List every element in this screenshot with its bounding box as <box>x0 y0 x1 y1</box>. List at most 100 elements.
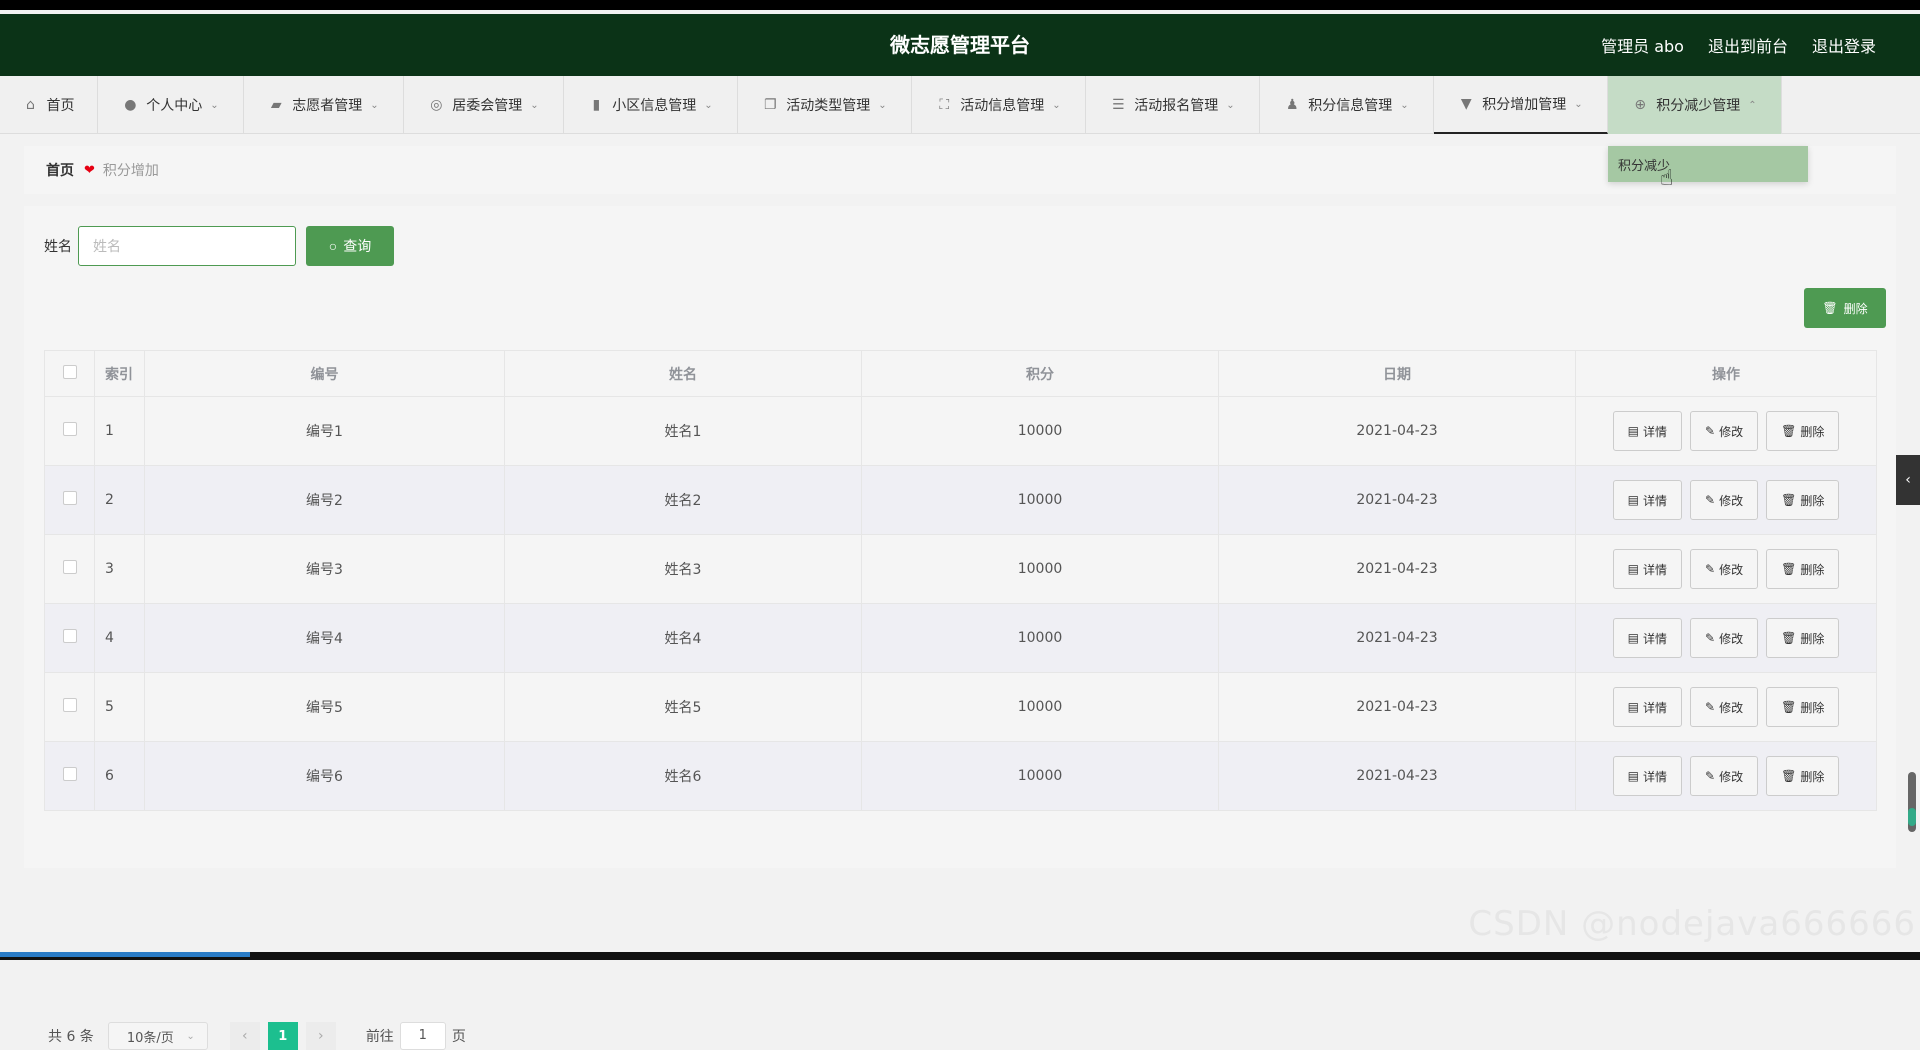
detail-button[interactable]: ▤ 详情 <box>1612 480 1683 520</box>
pencil-icon: ✎ <box>1705 700 1716 714</box>
nav-item-points-info[interactable]: ♟ 积分信息管理 ⌄ <box>1260 76 1434 134</box>
cell-code: 编号3 <box>144 534 505 604</box>
nav-label: 首页 <box>46 98 75 114</box>
bar-chart-icon: ▮ <box>592 97 601 113</box>
nav-item-activity-type[interactable]: ❐ 活动类型管理 ⌄ <box>738 76 912 134</box>
nav-item-activity-info[interactable]: ⛶ 活动信息管理 ⌄ <box>912 76 1086 134</box>
row-checkbox[interactable] <box>62 767 77 781</box>
chevron-down-icon: ⌄ <box>186 1030 195 1042</box>
cell-code: 编号4 <box>144 603 505 673</box>
cell-code: 编号2 <box>144 465 505 535</box>
prev-page-button[interactable]: ‹ <box>229 1022 260 1050</box>
row-select-cell[interactable] <box>44 396 95 466</box>
cell-code: 编号5 <box>144 672 505 742</box>
batch-delete-button[interactable]: 🗑 删除 <box>1804 288 1886 328</box>
detail-button[interactable]: ▤ 详情 <box>1612 411 1683 451</box>
edit-button[interactable]: ✎ 修改 <box>1690 480 1759 520</box>
col-header-code: 编号 <box>144 350 505 397</box>
nav-item-community[interactable]: ▮ 小区信息管理 ⌄ <box>564 76 738 134</box>
to-front-link[interactable]: 退出到前台 <box>1708 33 1788 57</box>
name-search-input[interactable] <box>78 226 296 266</box>
cell-name: 姓名3 <box>504 534 862 604</box>
edit-button[interactable]: ✎ 修改 <box>1690 756 1759 796</box>
nav-item-committee[interactable]: ◎ 居委会管理 ⌄ <box>404 76 564 134</box>
row-select-cell[interactable] <box>44 465 95 535</box>
cell-name: 姓名5 <box>504 672 862 742</box>
detail-label: 详情 <box>1643 562 1668 577</box>
edit-button[interactable]: ✎ 修改 <box>1690 549 1759 589</box>
row-select-cell[interactable] <box>44 534 95 604</box>
cell-points: 10000 <box>861 396 1219 466</box>
search-bar: 姓名 ○ 查询 <box>44 226 394 266</box>
row-select-cell[interactable] <box>44 741 95 811</box>
nav-label: 积分增加管理 <box>1482 97 1567 113</box>
cell-index: 3 <box>94 534 145 604</box>
nav-label: 活动报名管理 <box>1134 98 1219 114</box>
dropdown-item-points-reduce[interactable]: 积分减少 <box>1608 146 1808 182</box>
delete-button[interactable]: 🗑 删除 <box>1766 756 1840 796</box>
nav-item-personal-center[interactable]: ● 个人中心 ⌄ <box>98 76 244 134</box>
table-row: 4 编号4 姓名4 10000 2021-04-23 ▤ 详情 ✎ 修改 🗑 删除 <box>44 603 1877 673</box>
cell-index: 2 <box>94 465 145 535</box>
chevron-down-icon: ⌄ <box>704 99 713 111</box>
nav-item-points-add[interactable]: ▼ 积分增加管理 ⌄ <box>1434 76 1608 134</box>
detail-button[interactable]: ▤ 详情 <box>1612 618 1683 658</box>
nav-item-volunteer[interactable]: ▰ 志愿者管理 ⌄ <box>244 76 404 134</box>
query-button[interactable]: ○ 查询 <box>306 226 394 266</box>
edit-label: 修改 <box>1719 424 1744 439</box>
nav-item-home[interactable]: ⌂ 首页 <box>0 76 98 134</box>
logout-link[interactable]: 退出登录 <box>1812 33 1876 57</box>
row-checkbox[interactable] <box>62 491 77 505</box>
window-top-strip <box>0 0 1920 10</box>
row-select-cell[interactable] <box>44 603 95 673</box>
edit-button[interactable]: ✎ 修改 <box>1690 687 1759 727</box>
points-table: 索引 编号 姓名 积分 日期 操作 1 编号1 姓名1 10000 2021-04-23… <box>44 350 1877 811</box>
edit-button[interactable]: ✎ 修改 <box>1690 618 1759 658</box>
detail-button[interactable]: ▤ 详情 <box>1612 756 1683 796</box>
top-bar: 微志愿管理平台 管理员 abo 退出到前台 退出登录 <box>0 14 1920 76</box>
delete-label: 删除 <box>1800 562 1825 577</box>
row-checkbox[interactable] <box>62 629 77 643</box>
search-icon: ○ <box>328 238 338 254</box>
user-icon: ● <box>124 97 137 113</box>
goto-page-input[interactable]: 1 <box>399 1022 446 1050</box>
row-checkbox[interactable] <box>62 698 77 712</box>
detail-button[interactable]: ▤ 详情 <box>1612 687 1683 727</box>
pencil-icon: ✎ <box>1705 769 1716 783</box>
cell-actions: ▤ 详情 ✎ 修改 🗑 删除 <box>1575 741 1877 811</box>
detail-button[interactable]: ▤ 详情 <box>1612 549 1683 589</box>
detail-label: 详情 <box>1643 700 1668 715</box>
page-size-select[interactable]: 10条/页 ⌄ <box>107 1022 208 1050</box>
row-checkbox[interactable] <box>62 560 77 574</box>
cell-actions: ▤ 详情 ✎ 修改 🗑 删除 <box>1575 465 1877 535</box>
delete-button[interactable]: 🗑 删除 <box>1766 687 1840 727</box>
row-checkbox[interactable] <box>62 422 77 436</box>
delete-label: 删除 <box>1800 424 1825 439</box>
breadcrumb-home[interactable]: 首页 <box>46 160 74 180</box>
current-page-button[interactable]: 1 <box>267 1022 298 1050</box>
delete-button[interactable]: 🗑 删除 <box>1766 549 1840 589</box>
nav-item-points-reduce[interactable]: ⊕ 积分减少管理 ⌃ <box>1608 76 1782 134</box>
trash-icon: 🗑 <box>1781 769 1797 783</box>
page-size-value: 10条/页 <box>126 1030 174 1046</box>
next-page-button[interactable]: › <box>305 1022 336 1050</box>
cell-index: 4 <box>94 603 145 673</box>
nav-item-registration[interactable]: ☰ 活动报名管理 ⌄ <box>1086 76 1260 134</box>
cell-date: 2021-04-23 <box>1218 672 1576 742</box>
edit-button[interactable]: ✎ 修改 <box>1690 411 1759 451</box>
row-select-cell[interactable] <box>44 672 95 742</box>
delete-button[interactable]: 🗑 删除 <box>1766 618 1840 658</box>
delete-button[interactable]: 🗑 删除 <box>1766 480 1840 520</box>
window-bottom-bar <box>0 952 1920 960</box>
delete-button[interactable]: 🗑 删除 <box>1766 411 1840 451</box>
select-all-cell[interactable] <box>44 350 95 397</box>
cell-date: 2021-04-23 <box>1218 465 1576 535</box>
heart-icon: ❤ <box>84 162 95 178</box>
edit-label: 修改 <box>1719 493 1744 508</box>
chevron-up-icon: ⌃ <box>1748 99 1757 111</box>
detail-label: 详情 <box>1643 493 1668 508</box>
trash-icon: 🗑 <box>1781 493 1797 507</box>
select-all-checkbox[interactable] <box>62 364 77 379</box>
side-collapse-tab[interactable]: ‹ <box>1896 455 1920 505</box>
cell-name: 姓名1 <box>504 396 862 466</box>
